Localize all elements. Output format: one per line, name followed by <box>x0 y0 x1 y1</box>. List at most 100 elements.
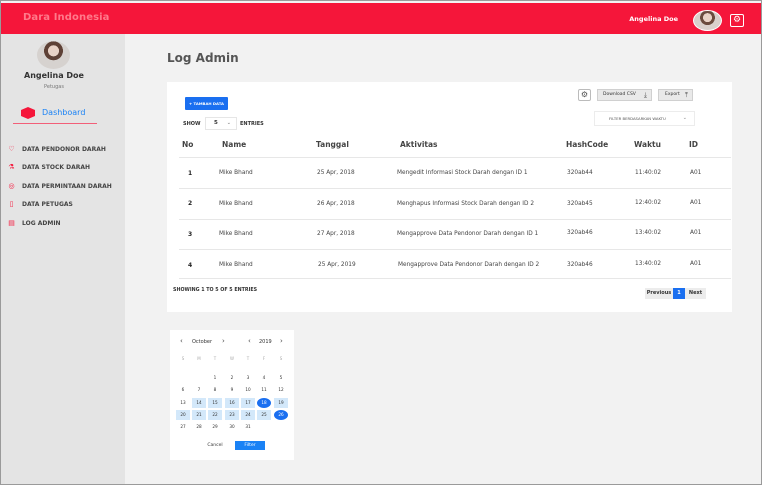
calendar-day[interactable]: 20 <box>176 409 190 420</box>
hand-heart-icon: ♡ <box>8 145 15 153</box>
cell-hashcode: 320ab44 <box>567 170 593 176</box>
entries-value: 5 <box>214 120 218 126</box>
col-header-tanggal[interactable]: Tanggal <box>316 140 349 149</box>
calendar-day[interactable]: 6 <box>176 385 190 395</box>
next-month-icon[interactable]: › <box>222 337 225 345</box>
weekday-label: W <box>230 356 234 361</box>
col-header-id[interactable]: ID <box>689 140 698 149</box>
calendar-day[interactable]: 4 <box>257 373 271 383</box>
calendar-day[interactable]: 7 <box>192 385 206 395</box>
calendar-day[interactable]: 16 <box>225 397 239 408</box>
export-button[interactable]: Export ⤒ <box>658 89 693 101</box>
prev-month-icon[interactable]: ‹ <box>180 337 183 345</box>
add-data-button[interactable]: + TAMBAH DATA <box>185 97 228 110</box>
prev-year-icon[interactable]: ‹ <box>248 337 251 345</box>
calendar-day[interactable]: 19 <box>274 397 288 408</box>
divider <box>179 278 731 279</box>
time-filter-select[interactable]: FILTER BERDASARKAN WAKTU ⌄ <box>594 111 695 126</box>
sidebar: Angelina Doe Petugas Dashboard ♡ DATA PEN… <box>1 34 125 484</box>
cell-waktu: 12:40:02 <box>635 200 662 206</box>
calendar-day[interactable]: 22 <box>208 409 222 420</box>
calendar-day[interactable]: 31 <box>241 422 255 432</box>
cell-tanggal: 26 Apr, 2018 <box>317 201 355 207</box>
cell-name: Mike Bhand <box>219 262 253 268</box>
calendar-day[interactable]: 23 <box>225 409 239 420</box>
page-title: Log Admin <box>167 51 239 65</box>
calendar-day[interactable]: 13 <box>176 398 190 408</box>
entries-label: ENTRIES <box>240 121 264 127</box>
col-header-waktu[interactable]: Waktu <box>634 140 661 149</box>
calendar-day[interactable]: 21 <box>192 409 206 420</box>
weekday-label: S <box>279 356 283 361</box>
calendar-day[interactable]: 5 <box>274 373 288 383</box>
cell-hashcode: 320ab45 <box>567 201 593 207</box>
cell-waktu: 13:40:02 <box>635 230 662 236</box>
calendar-day[interactable]: 24 <box>241 409 255 420</box>
table-settings-icon[interactable]: ⚙ <box>578 89 591 101</box>
calendar-day[interactable]: 12 <box>274 385 288 395</box>
calendar-day[interactable]: 14 <box>192 397 206 408</box>
col-header-hashcode[interactable]: HashCode <box>566 140 608 149</box>
brand-logo[interactable]: Dara Indonesia <box>23 12 110 23</box>
weekday-label: S <box>181 356 185 361</box>
calendar-day[interactable]: 1 <box>208 373 222 383</box>
show-label: SHOW <box>183 121 201 127</box>
calendar-cancel-button[interactable]: Cancel <box>202 441 228 450</box>
cell-waktu: 13:40:02 <box>635 261 662 267</box>
cell-no: 2 <box>188 200 193 207</box>
calendar-day[interactable]: 3 <box>241 373 255 383</box>
calendar-day[interactable]: 18 <box>257 397 271 408</box>
calendar-day[interactable]: 9 <box>225 385 239 395</box>
topbar-username[interactable]: Angelina Doe <box>629 15 678 23</box>
col-header-aktivitas[interactable]: Aktivitas <box>400 140 438 149</box>
calendar-day[interactable]: 27 <box>176 422 190 432</box>
sidebar-item-label: DATA PETUGAS <box>22 201 73 209</box>
divider <box>179 157 731 158</box>
flask-icon: ⚗ <box>8 163 15 172</box>
weekday-label: T <box>213 356 217 361</box>
download-csv-button[interactable]: Download CSV ⤓ <box>597 89 652 101</box>
sidebar-item-label: LOG ADMIN <box>22 219 61 227</box>
page-1-button[interactable]: 1 <box>673 288 685 299</box>
sidebar-item-dashboard[interactable]: Dashboard <box>13 104 97 124</box>
download-icon: ⤓ <box>643 91 647 99</box>
sidebar-item-label: DATA PERMINTAAN DARAH <box>22 182 112 190</box>
calendar-day[interactable]: 15 <box>208 397 222 408</box>
weekday-label: M <box>197 356 201 361</box>
calendar-day[interactable]: 2 <box>225 373 239 383</box>
divider <box>179 249 731 250</box>
next-year-icon[interactable]: › <box>280 337 283 345</box>
topbar-avatar[interactable] <box>693 10 722 31</box>
calendar-filter-button[interactable]: Filter <box>235 441 265 450</box>
cell-hashcode: 320ab46 <box>567 230 593 236</box>
top-bar: Dara Indonesia Angelina Doe ⚙ <box>1 3 761 34</box>
calendar-day[interactable]: 28 <box>192 422 206 432</box>
calendar-day[interactable]: 8 <box>208 385 222 395</box>
cell-no: 3 <box>188 231 193 238</box>
col-header-name[interactable]: Name <box>222 140 246 149</box>
upload-icon: ⤒ <box>684 91 688 99</box>
calendar-year[interactable]: 2019 <box>259 339 272 345</box>
dashboard-cube-icon <box>21 107 35 119</box>
sidebar-user-name: Angelina Doe <box>24 71 84 80</box>
entries-select[interactable]: 5 ⌄ <box>205 117 237 130</box>
calendar-day[interactable]: 17 <box>241 397 255 408</box>
settings-gear-icon[interactable]: ⚙ <box>730 14 744 27</box>
cell-no: 4 <box>188 262 193 269</box>
cell-id: A01 <box>690 170 702 176</box>
previous-page-button[interactable]: Previous <box>645 288 673 299</box>
calendar-day[interactable]: 11 <box>257 385 271 395</box>
calendar-day[interactable]: 30 <box>225 422 239 432</box>
calendar-day[interactable]: 25 <box>257 409 271 420</box>
date-range-calendar: ‹ October › ‹ 2019 › Cancel Filter SMTWT… <box>170 330 294 460</box>
calendar-month[interactable]: October <box>192 339 212 345</box>
calendar-day[interactable]: 26 <box>274 409 288 420</box>
col-header-no[interactable]: No <box>182 140 193 149</box>
cell-hashcode: 320ab46 <box>567 262 593 268</box>
next-page-button[interactable]: Next <box>685 288 706 299</box>
calendar-day[interactable]: 29 <box>208 422 222 432</box>
time-filter-placeholder: FILTER BERDASARKAN WAKTU <box>609 116 666 121</box>
calendar-day[interactable]: 10 <box>241 385 255 395</box>
log-table-card: + TAMBAH DATA SHOW 5 ⌄ ENTRIES ⚙ Download… <box>167 82 732 312</box>
document-icon: ▯ <box>9 200 14 209</box>
